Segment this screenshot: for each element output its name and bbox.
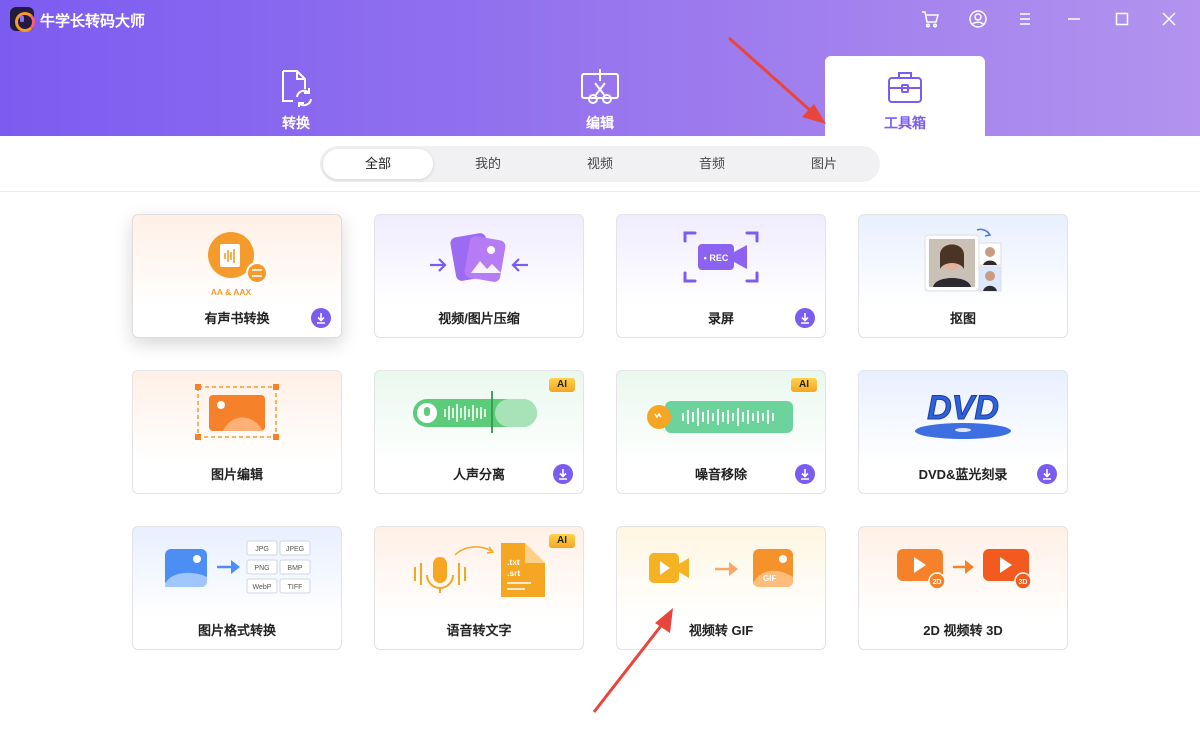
annotation-arrows bbox=[592, 36, 826, 713]
annotation-arrow bbox=[592, 608, 673, 713]
annotation-arrow bbox=[728, 36, 826, 124]
